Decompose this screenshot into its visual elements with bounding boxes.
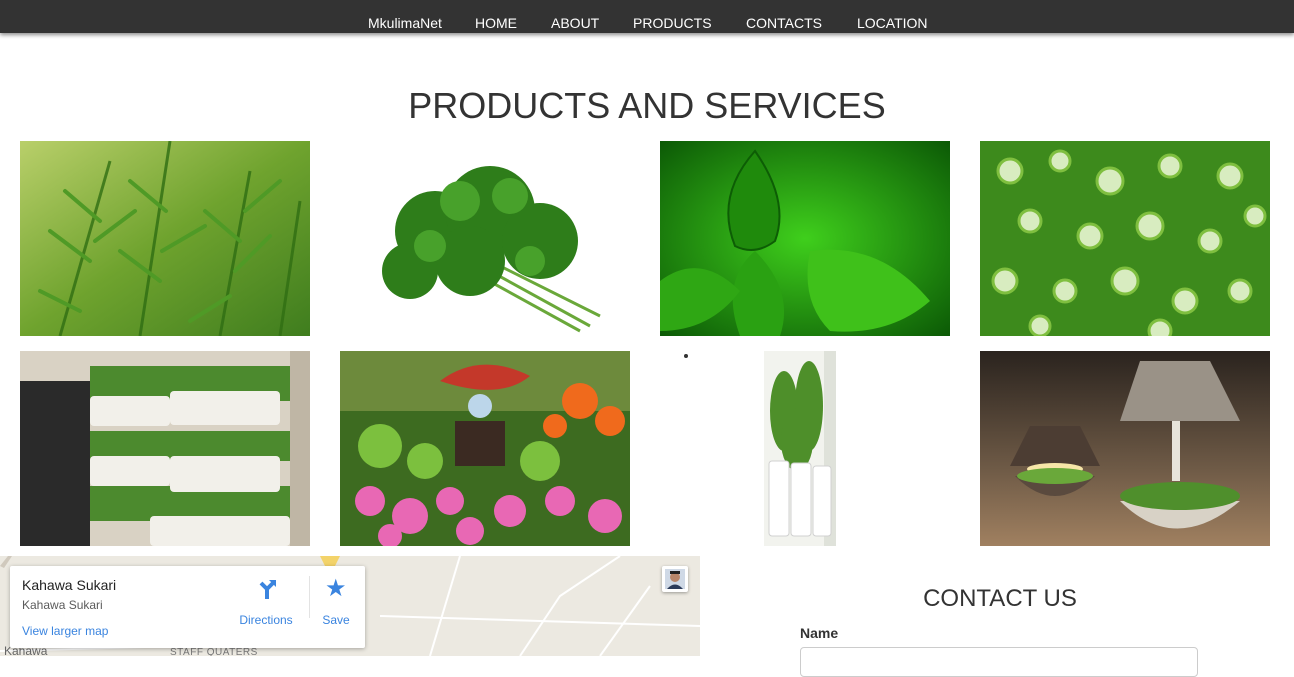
avatar[interactable] — [662, 566, 688, 592]
embedded-map[interactable]: Kahawa STAFF QUATERS Kahawa Sukari Kahaw… — [0, 556, 700, 656]
nav-brand-link[interactable]: MkulimaNet — [368, 15, 442, 31]
name-label: Name — [800, 625, 839, 641]
nav-contacts-link[interactable]: CONTACTS — [746, 15, 822, 31]
directions-button[interactable]: Directions — [236, 576, 296, 632]
window-herbs-image — [764, 351, 836, 546]
lamp-planter-image — [980, 351, 1270, 546]
save-button[interactable]: ★ Save — [316, 576, 356, 632]
flower-garden-image — [340, 351, 630, 546]
map-place-title: Kahawa Sukari — [22, 577, 117, 593]
top-navbar: MkulimaNet HOME ABOUT PRODUCTS CONTACTS … — [0, 0, 1294, 33]
nav-products-link[interactable]: PRODUCTS — [633, 15, 712, 31]
user-avatar-icon — [665, 569, 685, 589]
nav-home-link[interactable]: HOME — [475, 15, 517, 31]
spring-onion-image — [980, 141, 1270, 336]
view-larger-map-link[interactable]: View larger map — [22, 624, 108, 638]
nav-menu: MkulimaNet HOME ABOUT PRODUCTS CONTACTS … — [0, 0, 1294, 33]
nav-location-link[interactable]: LOCATION — [857, 15, 928, 31]
save-label: Save — [322, 613, 350, 627]
nav-about-link[interactable]: ABOUT — [551, 15, 599, 31]
map-card-divider — [309, 576, 310, 618]
map-label-staff-quaters: STAFF QUATERS — [170, 647, 258, 656]
herb-wall-image — [20, 351, 310, 546]
rosemary-image — [20, 141, 310, 336]
star-icon: ★ — [325, 575, 347, 602]
list-bullet — [684, 354, 688, 358]
map-place-subtitle: Kahawa Sukari — [22, 598, 103, 612]
mint-leaf-image — [660, 141, 950, 336]
name-field[interactable] — [800, 647, 1198, 677]
directions-icon — [256, 578, 278, 600]
map-place-card: Kahawa Sukari Kahawa Sukari View larger … — [10, 566, 365, 648]
page-title: PRODUCTS AND SERVICES — [408, 85, 886, 126]
parsley-image — [340, 141, 630, 336]
contact-title: CONTACT US — [923, 585, 1077, 612]
directions-label: Directions — [239, 613, 293, 627]
